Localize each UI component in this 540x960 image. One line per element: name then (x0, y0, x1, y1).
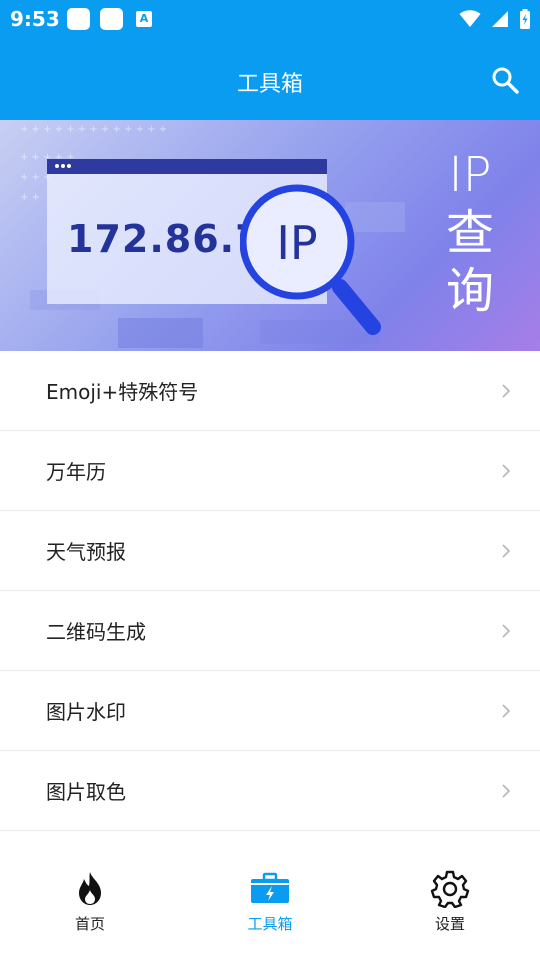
menu-item-label: 二维码生成 (46, 620, 146, 644)
menu-item-label: 图片取色 (46, 780, 126, 804)
ip-lookup-banner[interactable]: + + + + + + + + + + + + + + + + + + + + … (0, 120, 540, 351)
app-bar: 工具箱 (0, 38, 540, 120)
banner-tag-line: IP (448, 147, 492, 203)
banner-tag-line: 询 (445, 263, 494, 319)
bottom-tab-bar: 首页 工具箱 设置 (0, 850, 540, 960)
menu-item-watermark[interactable]: 图片水印 (0, 671, 540, 751)
battery-icon (520, 9, 530, 29)
chevron-right-icon (502, 463, 511, 478)
signal-icon (492, 11, 508, 27)
chevron-right-icon (502, 623, 511, 638)
svg-text:+ + + + + + + + + + + + +: + + + + + + + + + + + + + (20, 124, 167, 135)
banner-tag: IP 查 询 (440, 146, 500, 320)
page-title: 工具箱 (236, 72, 303, 97)
chevron-right-icon (502, 783, 511, 798)
menu-item-label: 天气预报 (46, 540, 126, 564)
tab-label: 首页 (74, 915, 105, 933)
chevron-right-icon (502, 703, 511, 718)
search-icon[interactable] (490, 65, 520, 95)
menu-item-emoji[interactable]: Emoji+特殊符号 (0, 351, 540, 431)
tab-label: 工具箱 (247, 915, 293, 933)
menu-item-weather[interactable]: 天气预报 (0, 511, 540, 591)
fire-icon (79, 872, 101, 905)
menu-item-calendar[interactable]: 万年历 (0, 431, 540, 511)
menu-item-label: 万年历 (46, 460, 106, 484)
tool-list: Emoji+特殊符号 万年历 天气预报 二维码生成 图片水印 图片取色 (0, 351, 540, 831)
status-time: 9:53 (10, 7, 60, 31)
svg-text:+ +: + + (20, 192, 40, 203)
tab-settings[interactable]: 设置 (360, 850, 540, 960)
window-dots-icon (55, 164, 71, 168)
banner-tag-line: 查 (445, 205, 494, 261)
wifi-icon (459, 10, 481, 27)
notification-app-icon (100, 8, 123, 30)
tab-home[interactable]: 首页 (0, 850, 180, 960)
gear-icon (430, 870, 470, 908)
browser-window-bar (47, 159, 327, 174)
menu-item-label: 图片水印 (46, 700, 126, 724)
menu-item-color-picker[interactable]: 图片取色 (0, 751, 540, 831)
notification-app-icon (67, 8, 90, 30)
menu-item-label: Emoji+特殊符号 (46, 380, 199, 404)
notification-a-icon: A (136, 11, 152, 27)
tab-label: 设置 (434, 915, 465, 933)
magnifier-label: IP (276, 216, 317, 270)
status-bar: 9:53 A (0, 0, 540, 38)
chevron-right-icon (502, 383, 511, 398)
magnifier-icon: IP (240, 184, 381, 335)
menu-item-qrcode[interactable]: 二维码生成 (0, 591, 540, 671)
chevron-right-icon (502, 543, 511, 558)
tab-toolbox[interactable]: 工具箱 (180, 850, 360, 960)
toolbox-icon (251, 872, 289, 903)
